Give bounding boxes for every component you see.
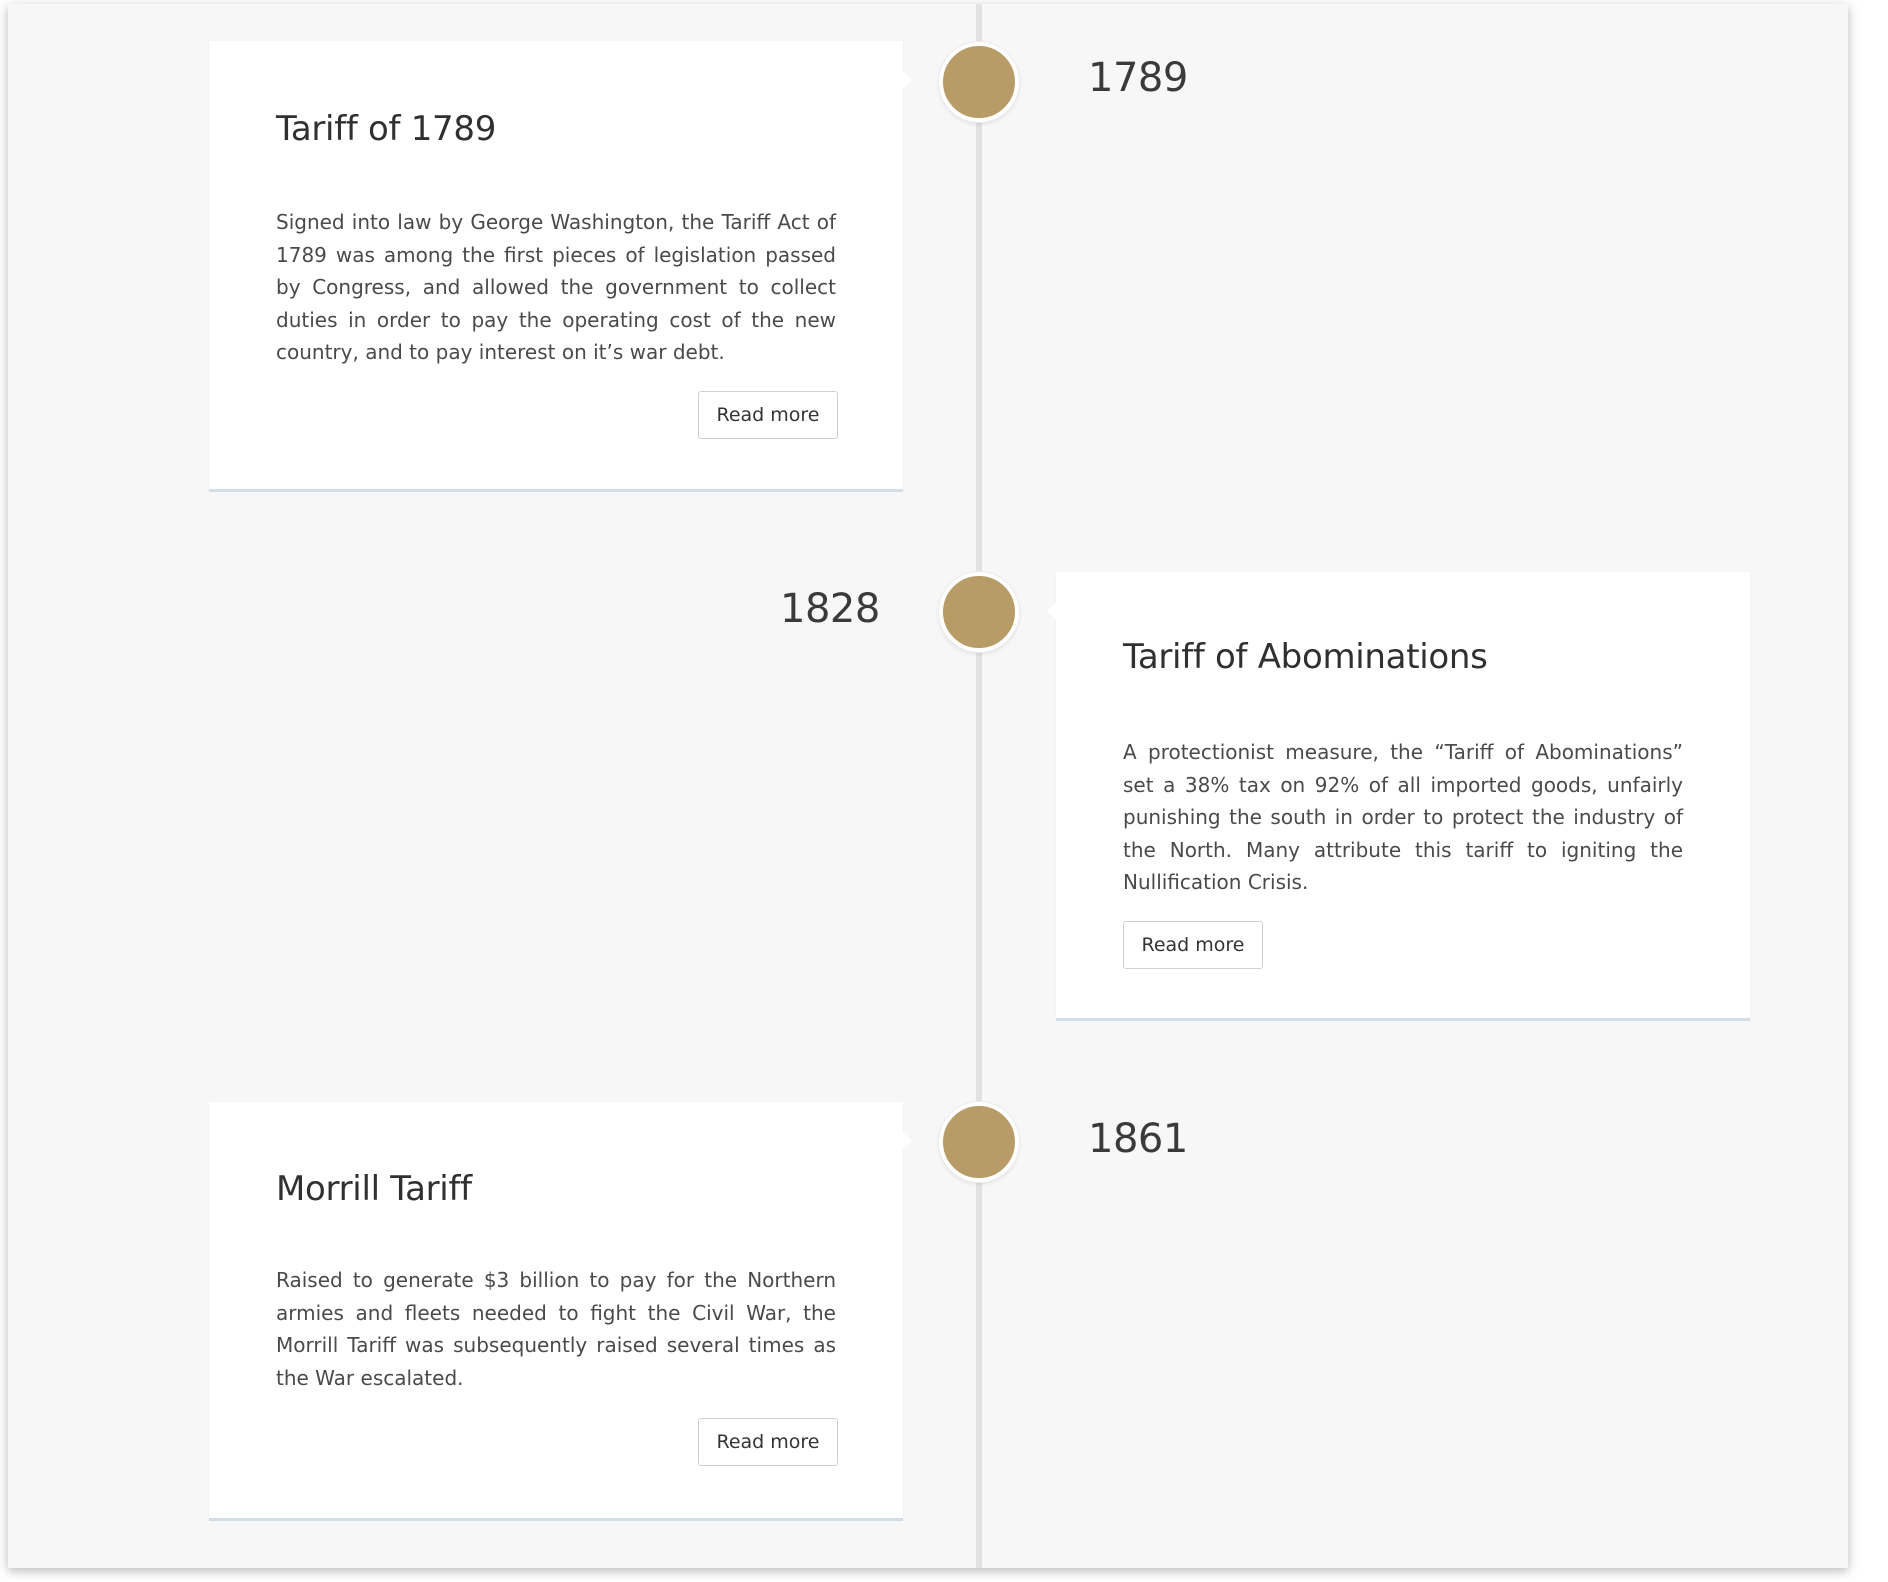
event-date: 1828 [780,586,880,632]
timeline-card-1861: Morrill Tariff Raised to generate $3 bil… [209,1102,912,1518]
read-more-button[interactable]: Read more [698,1418,838,1466]
timeline-node-1789 [939,42,1019,122]
read-more-button[interactable]: Read more [1123,921,1263,969]
event-date: 1861 [1088,1116,1188,1162]
timeline-node-1861 [939,1102,1019,1182]
card-title: Morrill Tariff [276,1169,472,1209]
timeline-node-1828 [939,572,1019,652]
read-more-button[interactable]: Read more [698,391,838,439]
event-date: 1789 [1088,55,1188,101]
timeline-page: Tariff of 1789 Signed into law by George… [8,4,1848,1568]
timeline-line [976,4,982,1568]
card-title: Tariff of Abominations [1123,637,1488,677]
card-title: Tariff of 1789 [276,109,497,149]
card-body: Signed into law by George Washington, th… [276,210,836,364]
card-body: A protectionist measure, the “Tariff of … [1123,740,1683,894]
timeline-card-1789: Tariff of 1789 Signed into law by George… [209,41,912,489]
timeline-card-1828: Tariff of Abominations A protectionist m… [1047,572,1750,1018]
card-body: Raised to generate $3 billion to pay for… [276,1268,836,1390]
